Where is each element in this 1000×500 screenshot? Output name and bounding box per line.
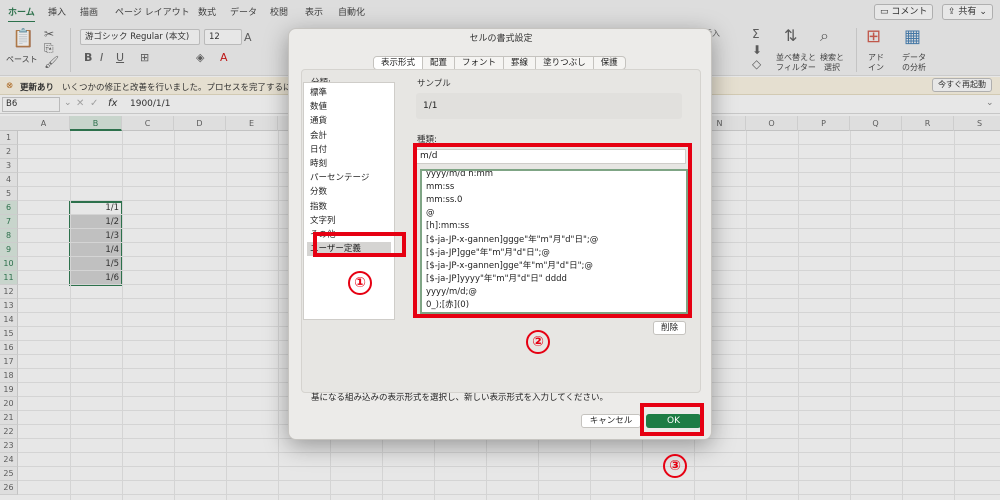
cancel-button[interactable]: キャンセル — [581, 414, 641, 428]
sample-label: サンプル — [417, 79, 451, 89]
annotation-marker-2: ② — [526, 330, 550, 354]
format-code-item[interactable]: [$-ja-JP]gge"年"m"月"d"日";@ — [426, 247, 550, 260]
annotation-marker-1: ① — [348, 271, 372, 295]
category-item[interactable]: 標準 — [310, 86, 327, 100]
ok-button[interactable]: OK — [646, 414, 701, 428]
dialog-title: セルの書式設定 — [469, 34, 533, 44]
format-cells-dialog: セルの書式設定 表示形式 配置 フォント 罫線 塗りつぶし 保護 分類: 標準数… — [288, 28, 712, 440]
category-item[interactable]: パーセンテージ — [310, 171, 369, 185]
format-code-item[interactable]: @ — [426, 207, 435, 220]
format-type-input[interactable]: m/d — [416, 149, 686, 164]
category-item[interactable]: 時刻 — [310, 157, 327, 171]
format-code-item[interactable]: mm:ss — [426, 181, 454, 194]
dialog-description: 基になる組み込みの表示形式を選択し、新しい表示形式を入力してください。 — [311, 393, 608, 403]
format-code-item[interactable]: yyyy/m/d;@ — [426, 286, 477, 299]
category-item[interactable]: その他 — [310, 228, 336, 242]
tab-number-format[interactable]: 表示形式 — [374, 57, 424, 69]
delete-button[interactable]: 削除 — [653, 321, 686, 335]
category-item[interactable]: 指数 — [310, 200, 327, 214]
format-code-item[interactable]: [$-ja-JP]yyyy"年"m"月"d"日" dddd — [426, 273, 567, 286]
category-item[interactable]: 日付 — [310, 143, 327, 157]
format-code-item[interactable]: mm:ss.0 — [426, 194, 462, 207]
dialog-tab-bar: 表示形式 配置 フォント 罫線 塗りつぶし 保護 — [373, 56, 626, 70]
type-label: 種類: — [417, 135, 437, 145]
tab-fill[interactable]: 塗りつぶし — [536, 57, 594, 69]
tab-alignment[interactable]: 配置 — [423, 57, 456, 69]
format-code-item[interactable]: yyyy/m/d h:mm — [426, 171, 493, 181]
category-item[interactable]: 会計 — [310, 129, 327, 143]
category-item[interactable]: ユーザー定義 — [307, 242, 391, 257]
category-item[interactable]: 数値 — [310, 100, 327, 114]
format-code-item[interactable]: [$-ja-JP-x-gannen]ggge"年"m"月"d"日";@ — [426, 234, 598, 247]
category-item[interactable]: 文字列 — [310, 214, 336, 228]
format-code-item[interactable]: [$-ja-JP-x-gannen]gge"年"m"月"d"日";@ — [426, 260, 593, 273]
annotation-marker-3: ③ — [663, 454, 687, 478]
category-item[interactable]: 通貨 — [310, 114, 327, 128]
category-item[interactable]: 分数 — [310, 185, 327, 199]
tab-border[interactable]: 罫線 — [504, 57, 537, 69]
sample-preview: 1/1 — [416, 93, 682, 119]
tab-font[interactable]: フォント — [455, 57, 505, 69]
format-code-item[interactable]: 0_);[赤](0) — [426, 299, 469, 312]
tab-protection[interactable]: 保護 — [594, 57, 625, 69]
format-code-list[interactable]: yyyy/m/d h:mm mm:ss mm:ss.0 @ [h]:mm:ss [$-ja… — [420, 169, 688, 314]
format-code-item[interactable]: [h]:mm:ss — [426, 220, 469, 233]
